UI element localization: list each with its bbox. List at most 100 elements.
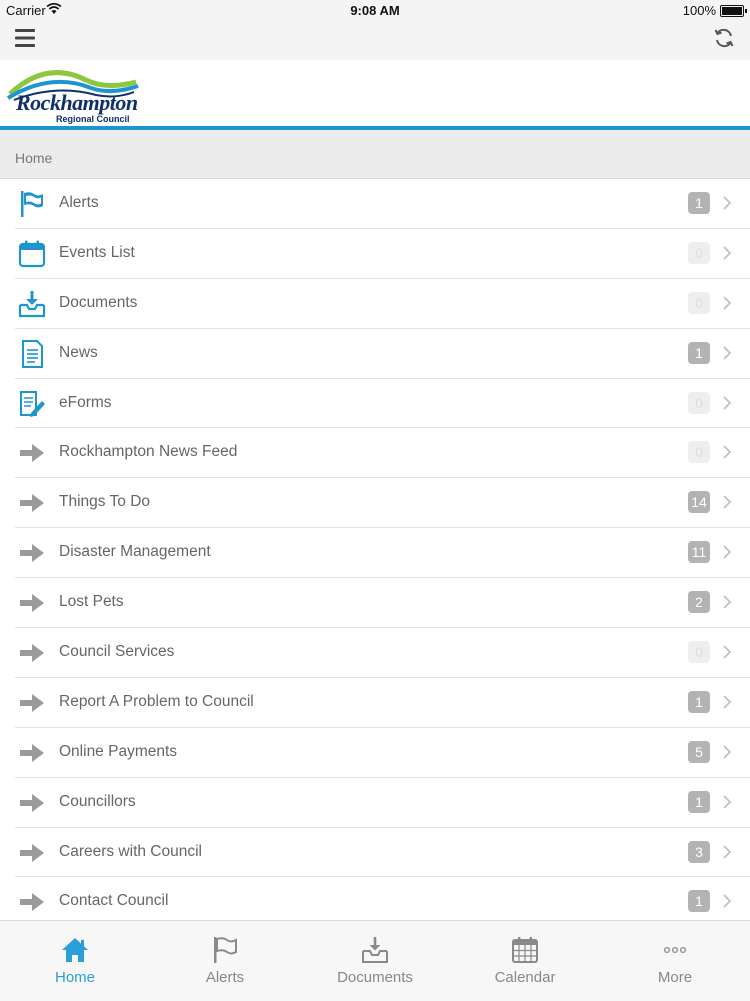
- tab-documents[interactable]: Documents: [300, 921, 450, 1001]
- arrow-right-icon: [17, 738, 47, 768]
- more-dots-icon: [660, 935, 690, 965]
- count-badge: 1: [688, 790, 710, 813]
- arrow-right-icon: [17, 688, 47, 718]
- menu-item-label: Councillors: [59, 792, 136, 810]
- tab-label: More: [657, 969, 693, 986]
- count-badge: 1: [688, 192, 710, 214]
- council-logo: Rockhampton Regional Council: [6, 62, 146, 124]
- tab-bar: Home Alerts Documents Calendar More: [0, 920, 750, 1001]
- menu-item-label: News: [59, 343, 98, 361]
- breadcrumb: Home: [0, 130, 750, 179]
- menu-item-label: Council Services: [59, 643, 175, 661]
- menu-item-news[interactable]: News 1: [15, 329, 750, 379]
- menu-item-label: Lost Pets: [59, 593, 124, 611]
- menu-item-things-to-do[interactable]: Things To Do 14: [15, 478, 750, 529]
- menu-item-events-list[interactable]: Events List 0: [15, 229, 750, 279]
- flag-icon: [210, 935, 240, 965]
- chevron-right-icon: [722, 495, 732, 509]
- menu-item-label: Disaster Management: [59, 543, 211, 561]
- chevron-right-icon: [722, 545, 732, 559]
- chevron-right-icon: [722, 695, 732, 709]
- menu-item-council-services[interactable]: Council Services 0: [15, 628, 750, 678]
- arrow-right-icon: [17, 887, 47, 917]
- tab-calendar[interactable]: Calendar: [450, 921, 600, 1001]
- count-badge: 1: [688, 341, 710, 364]
- count-badge: 0: [688, 391, 710, 414]
- chevron-right-icon: [722, 595, 732, 609]
- chevron-right-icon: [722, 844, 732, 859]
- top-bar: [0, 22, 750, 60]
- arrow-right-icon: [17, 438, 47, 468]
- tab-alerts[interactable]: Alerts: [150, 921, 300, 1001]
- menu-item-alerts[interactable]: Alerts 1: [15, 179, 750, 229]
- menu-item-online-payments[interactable]: Online Payments 5: [15, 728, 750, 778]
- menu-item-careers-with-council[interactable]: Careers with Council 3: [15, 828, 750, 878]
- count-badge: 14: [688, 491, 710, 514]
- menu-item-label: Alerts: [59, 194, 99, 211]
- chevron-right-icon: [722, 296, 732, 310]
- arrow-right-icon: [17, 588, 47, 618]
- count-badge: 0: [688, 641, 710, 664]
- menu-list: Alerts 1 Events List 0 Documents 0 News 1 eForms…: [0, 179, 750, 928]
- menu-item-rockhampton-news-feed[interactable]: Rockhampton News Feed 0: [15, 428, 750, 479]
- menu-item-disaster-management[interactable]: Disaster Management 11: [15, 528, 750, 579]
- menu-item-lost-pets[interactable]: Lost Pets 2: [15, 578, 750, 629]
- battery-icon: [720, 5, 747, 17]
- inbox-download-icon: [17, 289, 47, 319]
- tab-home[interactable]: Home: [0, 921, 150, 1001]
- menu-item-label: Events List: [59, 243, 135, 261]
- menu-item-label: eForms: [59, 393, 112, 411]
- menu-item-label: Things To Do: [59, 493, 151, 511]
- chevron-right-icon: [722, 894, 732, 909]
- menu-item-label: Careers with Council: [59, 842, 202, 860]
- arrow-right-icon: [17, 488, 47, 518]
- menu-item-label: Online Payments: [59, 742, 178, 760]
- calendar-grid-icon: [510, 935, 540, 965]
- count-badge: 3: [688, 840, 710, 863]
- status-bar: Carrier 9:08 AM 100%: [0, 0, 750, 22]
- logo-title: Rockhampton: [16, 90, 138, 115]
- menu-item-documents[interactable]: Documents 0: [15, 279, 750, 329]
- battery-percent: 100%: [682, 3, 716, 18]
- inbox-download-icon: [360, 935, 390, 965]
- arrow-right-icon: [17, 638, 47, 668]
- chevron-right-icon: [722, 745, 732, 759]
- tab-label: Calendar: [494, 969, 556, 986]
- menu-item-eforms[interactable]: eForms 0: [15, 379, 750, 429]
- tab-label: Alerts: [205, 969, 245, 986]
- chevron-right-icon: [722, 645, 732, 659]
- menu-item-report-a-problem-to-council[interactable]: Report A Problem to Council 1: [15, 678, 750, 728]
- count-badge: 1: [688, 690, 710, 713]
- flag-icon: [17, 189, 47, 219]
- menu-item-label: Documents: [59, 293, 138, 311]
- chevron-right-icon: [722, 395, 732, 410]
- menu-item-label: Contact Council: [59, 892, 169, 910]
- count-badge: 0: [688, 441, 710, 464]
- arrow-right-icon: [17, 538, 47, 568]
- count-badge: 11: [688, 541, 710, 564]
- status-time: 9:08 AM: [350, 3, 400, 18]
- chevron-right-icon: [722, 196, 732, 210]
- header-logo-area: Rockhampton Regional Council: [0, 60, 750, 126]
- chevron-right-icon: [722, 795, 732, 809]
- count-badge: 1: [688, 890, 710, 913]
- menu-item-label: Rockhampton News Feed: [59, 443, 238, 461]
- menu-item-label: Report A Problem to Council: [59, 692, 254, 710]
- breadcrumb-home[interactable]: Home: [15, 150, 52, 166]
- count-badge: 2: [688, 591, 710, 614]
- menu-item-councillors[interactable]: Councillors 1: [15, 778, 750, 828]
- chevron-right-icon: [722, 346, 732, 360]
- arrow-right-icon: [17, 838, 47, 868]
- home-icon: [60, 935, 90, 965]
- hamburger-menu-icon[interactable]: [14, 27, 36, 49]
- count-badge: 0: [688, 291, 710, 314]
- form-pencil-icon: [17, 389, 47, 419]
- refresh-icon[interactable]: [712, 26, 736, 50]
- chevron-right-icon: [722, 246, 732, 260]
- count-badge: 0: [688, 241, 710, 264]
- tab-more[interactable]: More: [600, 921, 750, 1001]
- document-icon: [17, 339, 47, 369]
- tab-label: Home: [54, 969, 95, 986]
- calendar-icon: [17, 239, 47, 269]
- logo-subtitle: Regional Council: [56, 114, 130, 124]
